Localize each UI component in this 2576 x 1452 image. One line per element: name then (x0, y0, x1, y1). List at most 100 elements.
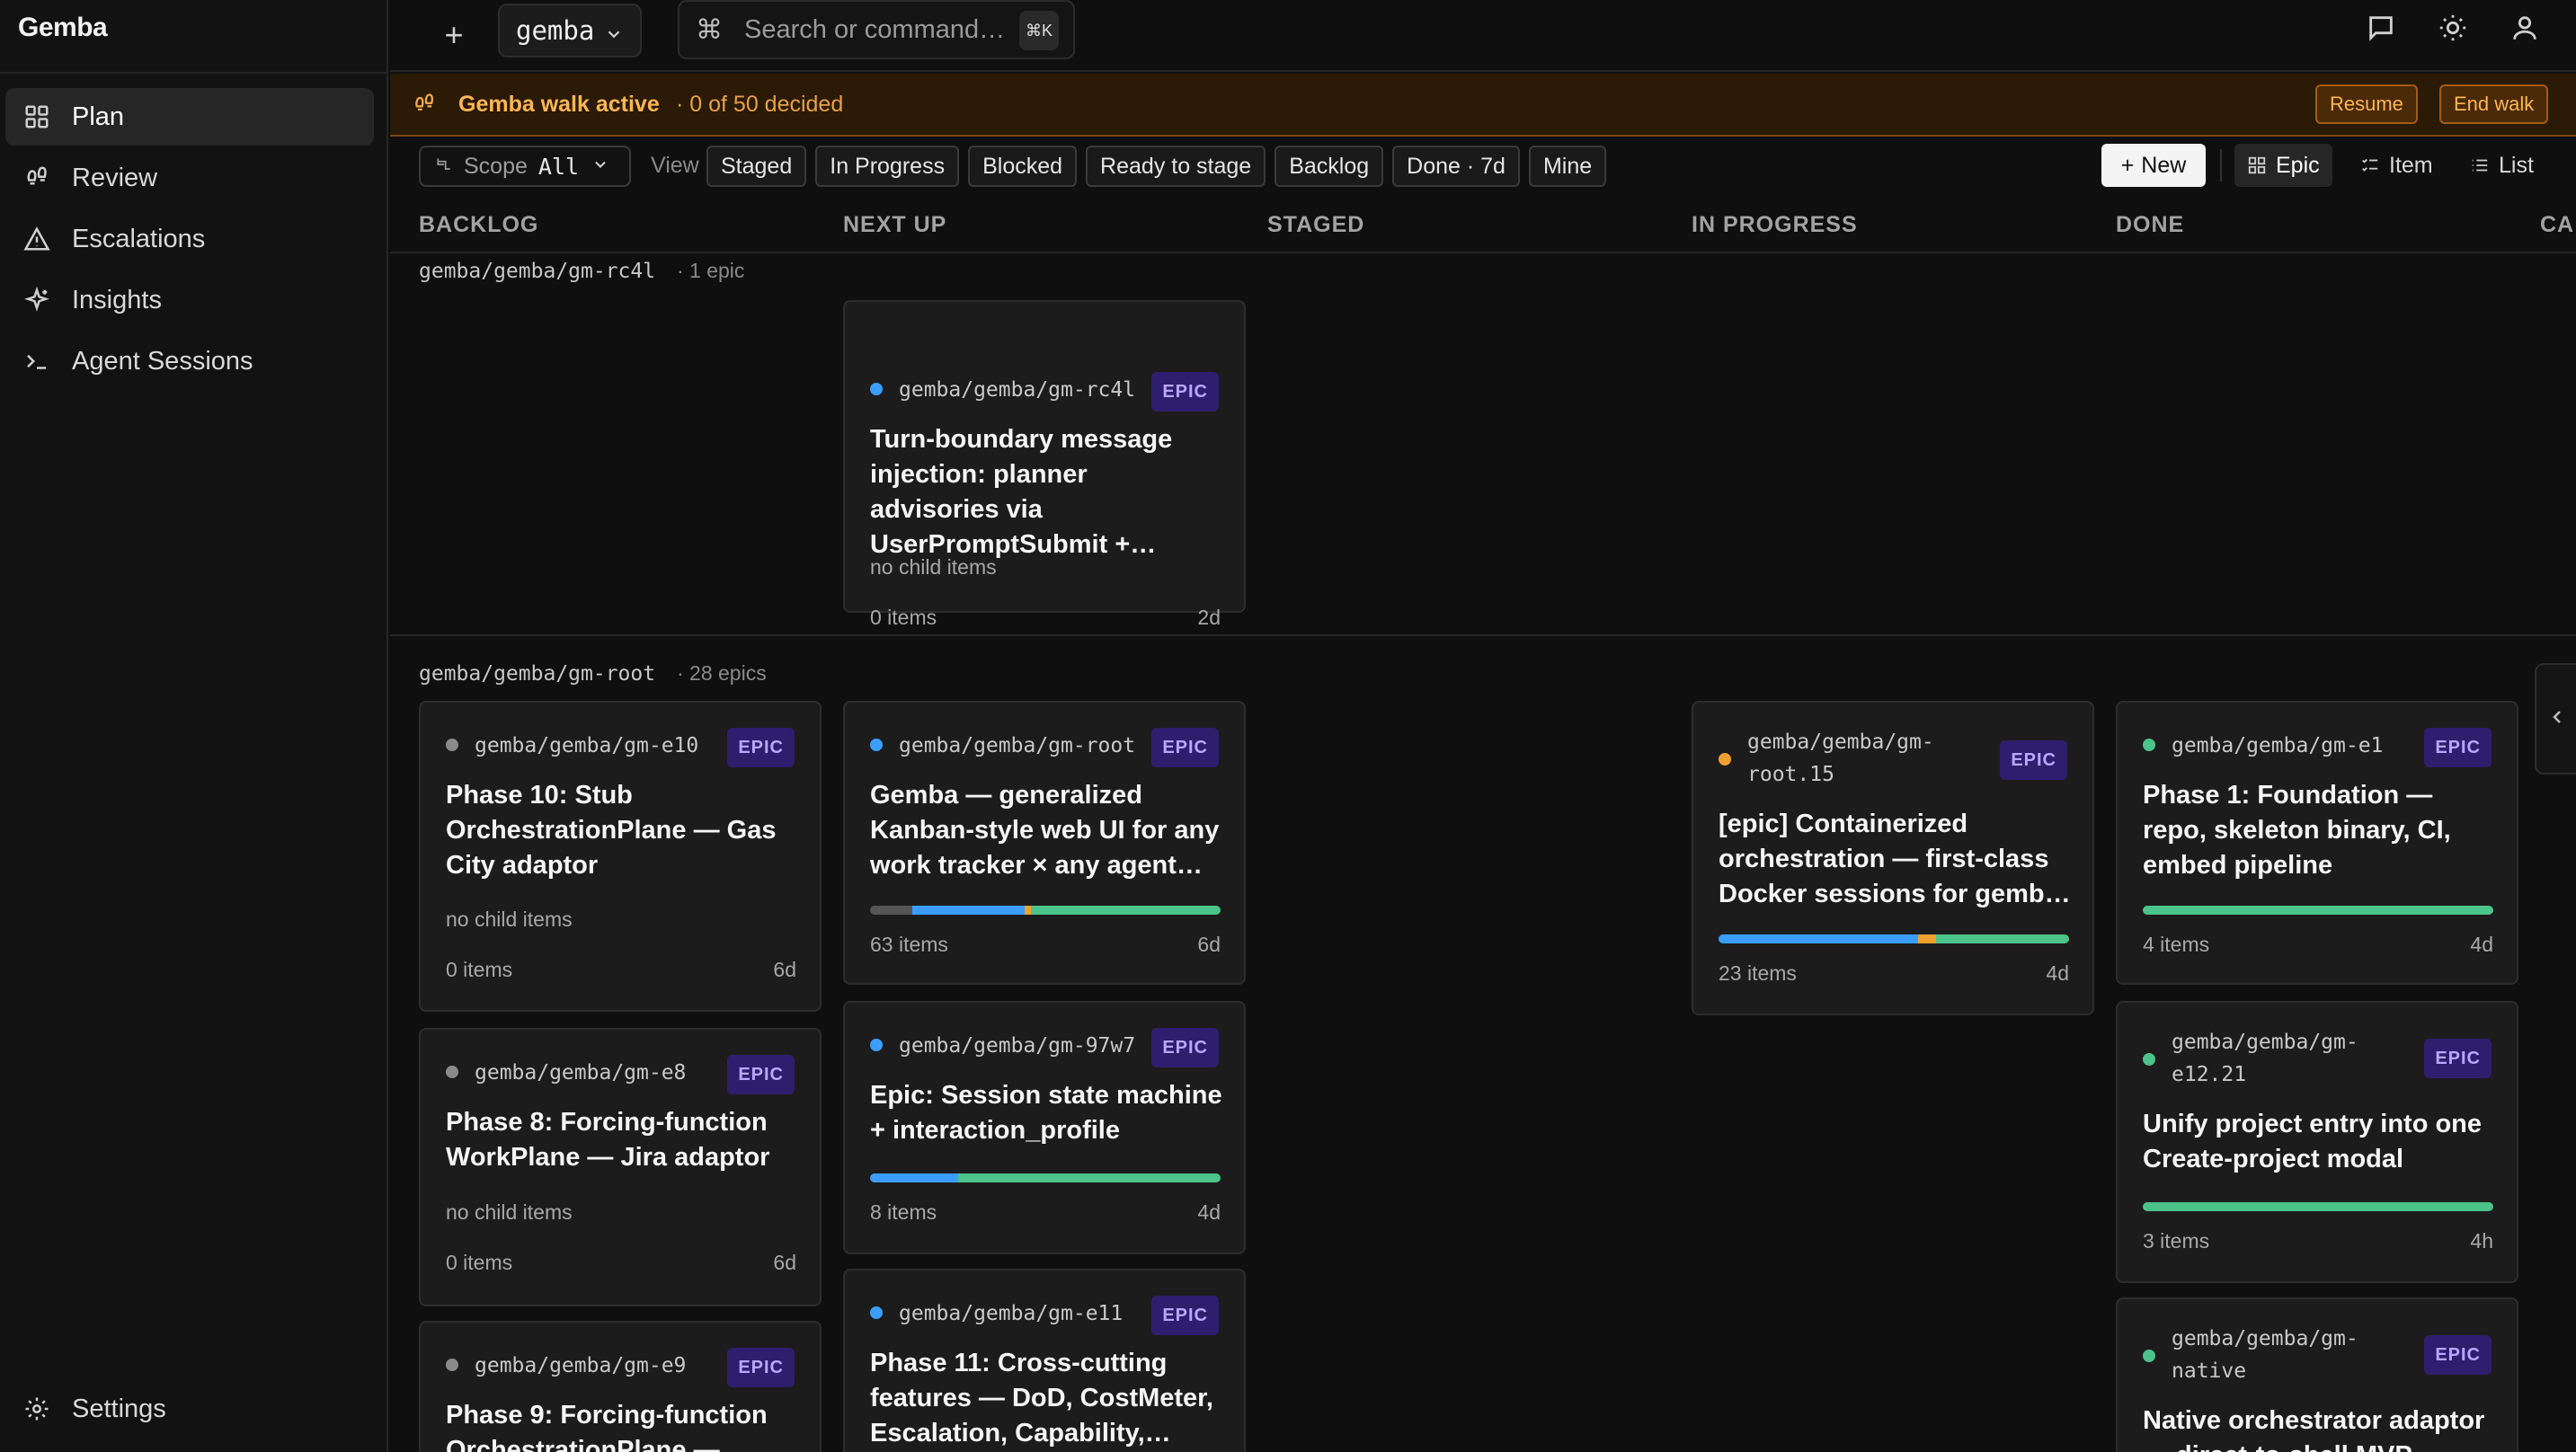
epic-card[interactable]: gemba/gemba/gm-e9 EPIC Phase 9: Forcing-… (419, 1321, 822, 1452)
card-id: gemba/gemba/gm-e10 (475, 734, 699, 757)
sidebar-item-escalations[interactable]: Escalations (5, 210, 374, 268)
status-dot (2143, 1350, 2155, 1362)
chip-done-7d[interactable]: Done · 7d (1392, 146, 1520, 187)
group-label[interactable]: gemba/gemba/gm-rc4l · 1 epic (419, 259, 744, 283)
card-id: gemba/gemba/gm-rc4l (899, 378, 1136, 402)
new-button[interactable]: + New (2101, 144, 2206, 187)
sidebar-item-plan[interactable]: Plan (5, 88, 374, 146)
view-mode-list[interactable]: List (2457, 144, 2546, 187)
column-headers: BACKLOG NEXT UP STAGED IN PROGRESS DONE … (390, 196, 2576, 253)
epic-card[interactable]: gemba/gemba/gm-97w7 EPIC Epic: Session s… (843, 1001, 1246, 1254)
group-count: · 1 epic (676, 259, 745, 282)
column-header-done: DONE (2116, 212, 2185, 237)
card-footer: 4 items 4d (2143, 933, 2493, 957)
card-age: 2d (1197, 606, 1221, 629)
footprints-icon (23, 164, 50, 191)
gemba-walk-banner: Gemba walk active · 0 of 50 decided Resu… (390, 74, 2576, 137)
checklist-icon (2362, 158, 2378, 172)
card-id: gemba/gemba/gm-e1 (2172, 734, 2384, 757)
view-mode-epic[interactable]: Epic (2234, 144, 2332, 187)
chip-mine[interactable]: Mine (1528, 146, 1607, 187)
epic-badge: EPIC (727, 1055, 795, 1094)
chip-staged[interactable]: Staged (706, 146, 807, 187)
chip-blocked[interactable]: Blocked (968, 146, 1078, 187)
group-label[interactable]: gemba/gemba/gm-root · 28 epics (419, 661, 767, 686)
user-icon[interactable] (2509, 13, 2540, 48)
search-input[interactable]: ⌘ Search or command… ⌘K (678, 0, 1075, 59)
progress-segment-green (2143, 1202, 2493, 1211)
epic-badge: EPIC (2424, 1039, 2492, 1078)
scope-select[interactable]: Scope All (419, 146, 631, 187)
sidebar-footer: Settings (5, 1380, 374, 1441)
card-title: Phase 11: Cross-cutting features — DoD, … (870, 1349, 1213, 1448)
chip-backlog[interactable]: Backlog (1275, 146, 1384, 187)
add-button[interactable]: + (431, 13, 476, 58)
status-dot (446, 739, 458, 751)
epic-card[interactable]: gemba/gemba/gm-root EPIC Gemba — general… (843, 701, 1246, 985)
command-icon: ⌘ (696, 14, 723, 45)
epic-card[interactable]: gemba/gemba/gm-e10 EPIC Phase 10: Stub O… (419, 701, 822, 1012)
chevron-down-icon (591, 154, 609, 180)
card-age: 4d (2470, 933, 2493, 956)
child-note: no child items (446, 908, 573, 931)
sidebar-nav: Plan Review Escalations Insights Agent S… (5, 88, 374, 394)
column-header-staged: STAGED (1267, 212, 1365, 237)
divider (0, 72, 388, 74)
progress-segment-blue (870, 1173, 958, 1182)
card-id: gemba/gemba/gm-root.15 (1747, 730, 1934, 786)
column-header-backlog: BACKLOG (419, 212, 539, 237)
card-age: 4d (1197, 1200, 1221, 1224)
chip-in-progress[interactable]: In Progress (815, 146, 960, 187)
epic-badge: EPIC (1151, 1296, 1219, 1335)
epic-card[interactable]: gemba/gemba/gm-e8 EPIC Phase 8: Forcing-… (419, 1028, 822, 1306)
view-mode-item[interactable]: Item (2348, 144, 2446, 187)
child-note: no child items (870, 555, 997, 579)
epic-card[interactable]: gemba/gemba/gm-e12.21 EPIC Unify project… (2116, 1001, 2518, 1283)
epic-badge: EPIC (727, 1348, 795, 1387)
search-placeholder: Search or command… (744, 14, 1006, 44)
end-walk-button[interactable]: End walk (2439, 84, 2549, 124)
progress-segment-blue (911, 906, 1025, 915)
progress-segment-green (1935, 934, 2069, 943)
sidebar-item-insights[interactable]: Insights (5, 271, 374, 329)
chip-ready-to-stage[interactable]: Ready to stage (1086, 146, 1266, 187)
card-title: Turn-boundary message injection: planner… (870, 425, 1173, 559)
progress-bar (2143, 906, 2493, 915)
message-icon[interactable] (2366, 13, 2396, 48)
grid-icon (23, 103, 50, 130)
resume-button[interactable]: Resume (2315, 84, 2418, 124)
epic-card[interactable]: gemba/gemba/gm-e11 EPIC Phase 11: Cross-… (843, 1269, 1246, 1452)
item-count: 8 items (870, 1200, 937, 1224)
project-name: gemba (516, 15, 595, 46)
item-count: 23 items (1719, 961, 1797, 985)
sidebar-item-review[interactable]: Review (5, 149, 374, 207)
status-dot (2143, 739, 2155, 751)
app-brand[interactable]: Gemba (18, 13, 108, 43)
card-id: gemba/gemba/gm-native (2172, 1327, 2358, 1383)
top-actions (2366, 13, 2540, 48)
column-header-in-progress: IN PROGRESS (1692, 212, 1858, 237)
banner-progress: · 0 of 50 decided (676, 92, 844, 117)
epic-card[interactable]: gemba/gemba/gm-native EPIC Native orches… (2116, 1297, 2518, 1452)
epic-badge: EPIC (1151, 728, 1219, 767)
collapse-panel-tab[interactable] (2535, 663, 2576, 775)
epic-card[interactable]: gemba/gemba/gm-e1 EPIC Phase 1: Foundati… (2116, 701, 2518, 985)
progress-bar (870, 1173, 1221, 1182)
card-id: gemba/gemba/gm-e12.21 (2172, 1031, 2358, 1086)
sidebar-item-agent-sessions[interactable]: Agent Sessions (5, 332, 374, 390)
epic-card[interactable]: gemba/gemba/gm-rc4l EPIC Turn-boundary m… (843, 300, 1246, 629)
sidebar-item-label: Agent Sessions (72, 346, 253, 376)
sidebar-item-label: Plan (72, 102, 125, 131)
progress-segment-grey (870, 906, 912, 915)
card-title: Epic: Session state machine + interactio… (870, 1081, 1222, 1145)
sidebar-item-settings[interactable]: Settings (5, 1380, 374, 1438)
new-button-label: New (2141, 152, 2187, 178)
project-selector[interactable]: gemba (498, 4, 642, 58)
status-dot (870, 1039, 883, 1051)
status-dot (446, 1359, 458, 1371)
epic-card[interactable]: gemba/gemba/gm-root.15 EPIC [epic] Conta… (1692, 701, 2094, 1015)
card-id: gemba/gemba/gm-e11 (899, 1302, 1124, 1325)
progress-bar (2143, 1202, 2493, 1211)
list-icon (2472, 159, 2488, 172)
sun-icon[interactable] (2438, 13, 2468, 48)
